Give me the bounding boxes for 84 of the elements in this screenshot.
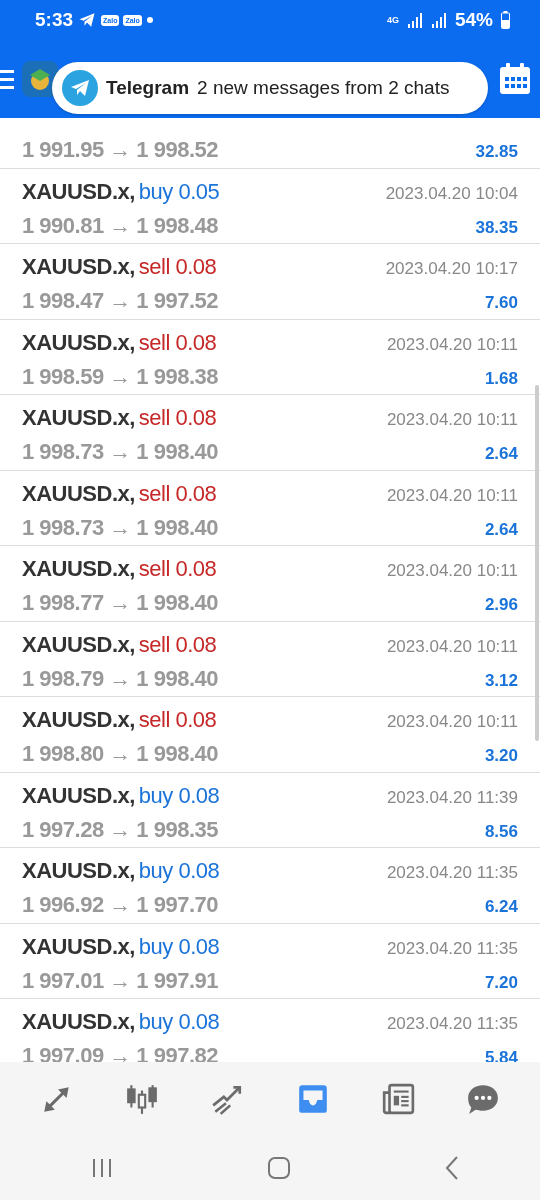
profit-value: 1.68: [484, 367, 518, 390]
battery-percent: 54%: [454, 7, 493, 32]
deal-row[interactable]: XAUUSD.x, buy 0.08 2023.04.20 11:35 1 996.92 → 1 997.70 6.24: [0, 848, 540, 924]
deal-row[interactable]: XAUUSD.x, sell 0.08 2023.04.20 10:11 1 998.59 → 1 998.38 1.68: [0, 319, 540, 395]
price-range: 1 998.59 → 1 998.38: [22, 362, 218, 391]
trade-time: 2023.04.20 10:11: [386, 484, 518, 507]
trade-time: 2023.04.20 10:04: [385, 182, 518, 205]
trade-time: 2023.04.20 10:11: [386, 409, 518, 431]
network-label: 4G: [386, 15, 399, 25]
price-range: 1 998.47 → 1 997.52: [22, 287, 218, 315]
profit-value: 3.20: [484, 745, 518, 767]
signal-icon: [430, 12, 447, 28]
trade-time: 2023.04.20 11:35: [386, 862, 518, 884]
profit-value: 3.12: [484, 669, 518, 692]
dot-icon: [145, 16, 154, 24]
trade-volume: sell 0.08: [138, 479, 217, 508]
signal-icon: [406, 12, 423, 28]
symbol-label: XAUUSD.x,: [22, 1008, 135, 1036]
price-range: 1 998.80 → 1 998.40: [22, 740, 218, 768]
price-range: 1 998.73 → 1 998.40: [22, 513, 218, 542]
profit-value: 7.60: [484, 292, 518, 314]
symbol-label: XAUUSD.x,: [22, 177, 135, 206]
trade-volume: sell 0.08: [138, 555, 217, 583]
symbol-label: XAUUSD.x,: [22, 706, 135, 734]
trade-time: 2023.04.20 10:17: [385, 258, 518, 280]
profit-value: 2.64: [484, 443, 518, 465]
deal-row[interactable]: 1 991.95 → 1 998.52 32.85: [0, 118, 540, 169]
trade-volume: buy 0.08: [138, 781, 220, 810]
telegram-icon: [62, 70, 98, 106]
profit-value: 2.96: [484, 594, 518, 616]
clock-time: 5:33: [35, 7, 74, 32]
price-range: 1 997.01 → 1 997.91: [22, 966, 218, 995]
symbol-label: XAUUSD.x,: [22, 253, 135, 281]
deal-row[interactable]: XAUUSD.x, buy 0.08 2023.04.20 11:35 1 997.01 → 1 997.91 7.20: [0, 923, 540, 999]
trade-volume: buy 0.08: [138, 1008, 220, 1036]
trade-time: 2023.04.20 10:11: [386, 711, 518, 733]
profit-value: 6.24: [484, 896, 518, 918]
trade-volume: sell 0.08: [138, 328, 217, 357]
trade-time: 2023.04.20 11:35: [386, 1013, 518, 1035]
trade-time: 2023.04.20 10:11: [386, 333, 518, 356]
symbol-label: XAUUSD.x,: [22, 328, 135, 357]
back-icon[interactable]: [444, 1154, 460, 1181]
trade-volume: sell 0.08: [138, 404, 217, 432]
trade-volume: buy 0.08: [138, 932, 220, 961]
newspaper-icon[interactable]: [380, 1081, 415, 1116]
notification-message: 2 new messages from 2 chats: [197, 75, 450, 100]
price-range: 1 990.81 → 1 998.48: [22, 211, 218, 240]
home-icon[interactable]: [267, 1155, 291, 1180]
trade-time: 2023.04.20 11:39: [386, 786, 518, 809]
battery-icon: [501, 11, 510, 29]
price-range: 1 998.73 → 1 998.40: [22, 438, 218, 466]
trade-time: 2023.04.20 11:35: [386, 937, 518, 960]
trade-volume: buy 0.05: [138, 177, 220, 206]
app-logo-icon: [22, 61, 58, 97]
trade-volume: sell 0.08: [138, 630, 217, 659]
symbol-label: XAUUSD.x,: [22, 781, 135, 810]
price-range: 1 998.77 → 1 998.40: [22, 589, 218, 617]
profit-value: 7.20: [484, 971, 518, 994]
notification-banner[interactable]: Telegram 2 new messages from 2 chats: [52, 62, 488, 114]
trade-volume: sell 0.08: [138, 706, 217, 734]
symbol-label: XAUUSD.x,: [22, 555, 135, 583]
calendar-icon[interactable]: [498, 62, 532, 96]
symbol-label: XAUUSD.x,: [22, 404, 135, 432]
profit-value: 2.64: [484, 518, 518, 541]
profit-value: 8.56: [484, 820, 518, 843]
trade-time: 2023.04.20 10:11: [386, 560, 518, 582]
profit-value: 38.35: [475, 216, 518, 239]
symbol-label: XAUUSD.x,: [22, 479, 135, 508]
symbol-label: XAUUSD.x,: [22, 857, 135, 885]
trade-volume: buy 0.08: [138, 857, 220, 885]
menu-icon[interactable]: [0, 67, 14, 91]
trade-volume: sell 0.08: [138, 253, 217, 281]
deal-row[interactable]: XAUUSD.x, sell 0.08 2023.04.20 10:17 1 998.47 → 1 997.52 7.60: [0, 244, 540, 320]
notification-app: Telegram: [106, 75, 190, 100]
profit-value: 32.85: [475, 141, 518, 163]
price-range: 1 998.79 → 1 998.40: [22, 664, 218, 693]
trade-time: 2023.04.20 10:11: [386, 635, 518, 658]
symbol-label: XAUUSD.x,: [22, 630, 135, 659]
deal-row[interactable]: XAUUSD.x, buy 0.08 2023.04.20 11:39 1 997.28 → 1 998.35 8.56: [0, 772, 540, 848]
price-range: 1 991.95 → 1 998.52: [22, 136, 218, 164]
price-range: 1 996.92 → 1 997.70: [22, 891, 218, 919]
price-range: 1 997.28 → 1 998.35: [22, 815, 218, 844]
symbol-label: XAUUSD.x,: [22, 932, 135, 961]
deal-row[interactable]: XAUUSD.x, buy 0.05 2023.04.20 10:04 1 990.81 → 1 998.48 38.35: [0, 168, 540, 244]
